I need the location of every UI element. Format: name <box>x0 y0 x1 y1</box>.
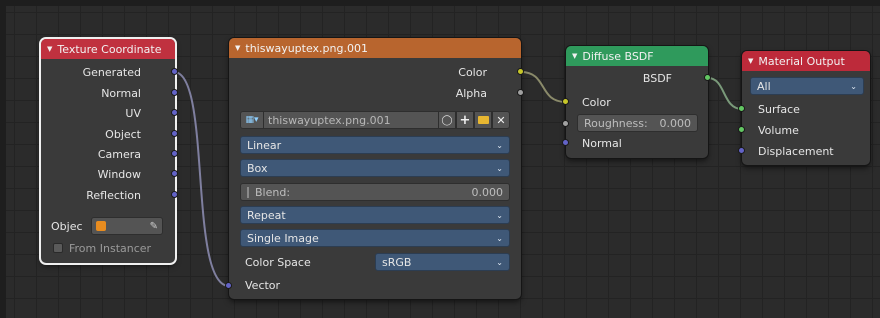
diffuse-bsdf-node[interactable]: ▼ Diffuse BSDF BSDF Color Roughness: 0.0… <box>562 46 711 158</box>
from-instancer-label: From Instancer <box>69 241 152 255</box>
output-bsdf: BSDF <box>642 71 672 85</box>
input-surface: Surface <box>758 102 800 116</box>
color-space-value: sRGB <box>382 255 412 269</box>
input-color: Color <box>582 95 611 109</box>
extension-value: Repeat <box>247 208 286 222</box>
object-field-row: Objec <box>51 217 83 235</box>
target-value: All <box>757 79 771 93</box>
image-texture-node[interactable]: ▼ thiswayuptex.png.001 Color Alpha ▦▾ th… <box>225 38 524 299</box>
color-space-label: Color Space <box>245 255 311 269</box>
output-normal: Normal <box>101 86 141 100</box>
image-texture-header[interactable]: ▼ thiswayuptex.png.001 <box>229 38 521 58</box>
from-instancer-row[interactable]: From Instancer <box>53 239 151 257</box>
output-reflection: Reflection <box>86 188 141 202</box>
chevron-down-icon: ⌄ <box>496 233 503 243</box>
roughness-label: Roughness: <box>584 116 648 130</box>
projection-value: Box <box>247 161 268 175</box>
output-generated: Generated <box>82 65 141 79</box>
output-alpha: Alpha <box>455 86 487 100</box>
diffuse-bsdf-title: Diffuse BSDF <box>582 49 654 63</box>
socket-vector-in[interactable] <box>225 282 232 289</box>
blend-value: 0.000 <box>471 185 504 199</box>
object-label: Objec <box>51 219 83 233</box>
from-instancer-checkbox[interactable] <box>53 243 63 253</box>
blend-label: Blend: <box>255 185 291 199</box>
target-dropdown[interactable]: All ⌄ <box>750 77 864 95</box>
new-image-plus-icon[interactable]: + <box>456 111 474 129</box>
projection-dropdown[interactable]: Box ⌄ <box>240 159 510 177</box>
source-value: Single Image <box>247 231 319 245</box>
socket-generated[interactable] <box>171 68 178 75</box>
interpolation-value: Linear <box>247 138 282 152</box>
chevron-down-icon: ⌄ <box>496 257 503 267</box>
object-picker-field[interactable]: ✎ <box>91 217 163 235</box>
image-name-text: thiswayuptex.png.001 <box>268 113 391 127</box>
input-vector: Vector <box>245 278 281 292</box>
output-color: Color <box>458 65 487 79</box>
blend-slider-indicator <box>247 186 249 198</box>
chevron-down-icon: ⌄ <box>850 81 857 91</box>
socket-window[interactable] <box>171 170 178 177</box>
unlink-close-icon[interactable]: ✕ <box>492 111 510 129</box>
texture-coordinate-header[interactable]: ▼ Texture Coordinate <box>41 39 175 59</box>
socket-color-out[interactable] <box>517 68 524 75</box>
socket-camera[interactable] <box>171 150 178 157</box>
socket-normal-in[interactable] <box>562 139 569 146</box>
source-dropdown[interactable]: Single Image ⌄ <box>240 229 510 247</box>
collapse-triangle-icon[interactable]: ▼ <box>47 45 52 53</box>
material-output-header[interactable]: ▼ Material Output <box>742 51 870 71</box>
output-window: Window <box>97 167 141 181</box>
collapse-triangle-icon[interactable]: ▼ <box>748 57 753 65</box>
socket-bsdf-out[interactable] <box>704 74 711 81</box>
output-object: Object <box>105 127 141 141</box>
chevron-down-icon: ⌄ <box>496 210 503 220</box>
socket-object[interactable] <box>171 130 178 137</box>
roughness-value: 0.000 <box>659 116 692 130</box>
color-space-label-row: Color Space <box>245 253 311 271</box>
material-output-node[interactable]: ▼ Material Output All ⌄ Surface Volume D… <box>738 51 870 165</box>
collapse-triangle-icon[interactable]: ▼ <box>572 52 577 60</box>
output-uv: UV <box>125 106 141 120</box>
diffuse-bsdf-header[interactable]: ▼ Diffuse BSDF <box>566 46 708 66</box>
socket-uv[interactable] <box>171 109 178 116</box>
image-browse-icon[interactable]: ▦▾ <box>240 111 264 129</box>
socket-reflection[interactable] <box>171 191 178 198</box>
image-selector-row: ▦▾ thiswayuptex.png.001 ◯ + ✕ <box>240 111 510 129</box>
texture-coordinate-title: Texture Coordinate <box>57 42 162 56</box>
socket-color-in[interactable] <box>562 98 569 105</box>
roughness-field[interactable]: Roughness: 0.000 <box>577 114 698 132</box>
socket-normal[interactable] <box>171 89 178 96</box>
chevron-down-icon: ⌄ <box>496 140 503 150</box>
object-cube-icon <box>96 221 106 231</box>
socket-roughness-in[interactable] <box>562 120 569 127</box>
input-displacement: Displacement <box>758 144 834 158</box>
image-name-field[interactable]: thiswayuptex.png.001 <box>264 111 438 129</box>
output-camera: Camera <box>97 147 141 161</box>
fake-user-shield-icon[interactable]: ◯ <box>438 111 456 129</box>
extension-dropdown[interactable]: Repeat ⌄ <box>240 206 510 224</box>
socket-displacement-in[interactable] <box>738 147 745 154</box>
material-output-title: Material Output <box>758 54 845 68</box>
blend-field[interactable]: Blend: 0.000 <box>240 183 510 201</box>
color-space-dropdown[interactable]: sRGB ⌄ <box>375 253 510 271</box>
input-normal: Normal <box>582 136 622 150</box>
socket-volume-in[interactable] <box>738 126 745 133</box>
eyedropper-icon[interactable]: ✎ <box>150 221 158 232</box>
interpolation-dropdown[interactable]: Linear ⌄ <box>240 136 510 154</box>
socket-alpha-out[interactable] <box>517 89 524 96</box>
input-volume: Volume <box>758 123 799 137</box>
socket-surface-in[interactable] <box>738 105 745 112</box>
collapse-triangle-icon[interactable]: ▼ <box>235 44 240 52</box>
open-folder-icon[interactable] <box>474 111 492 129</box>
image-texture-title: thiswayuptex.png.001 <box>245 41 368 55</box>
chevron-down-icon: ⌄ <box>496 163 503 173</box>
texture-coordinate-node[interactable]: ▼ Texture Coordinate Generated Normal UV… <box>41 39 178 263</box>
